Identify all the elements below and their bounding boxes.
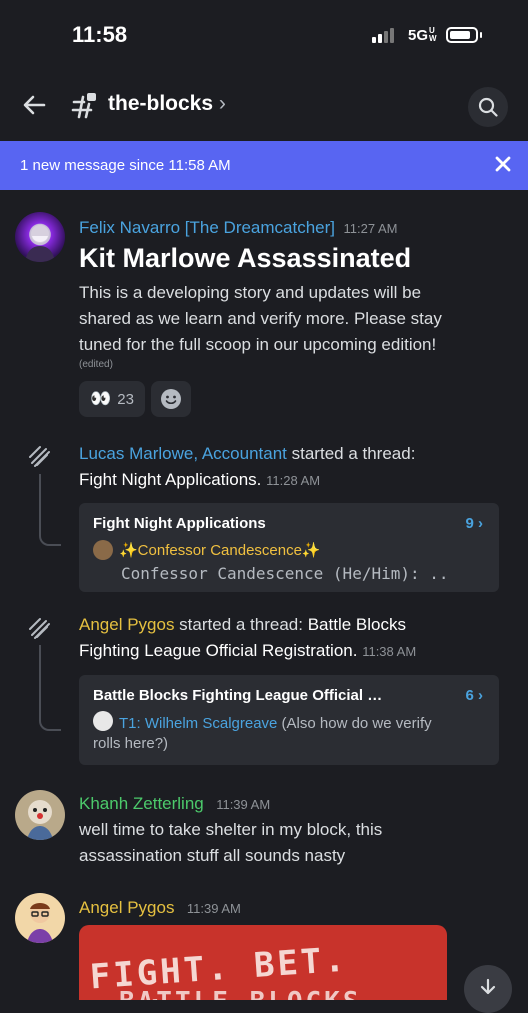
thread-name[interactable]: Battle Blocks	[308, 615, 406, 634]
thread-name-continued[interactable]: Fighting League Official Registration.	[79, 641, 357, 660]
actor-name[interactable]: Lucas Marlowe, Accountant	[79, 444, 287, 463]
actor-name[interactable]: Angel Pygos	[79, 615, 174, 634]
arrow-down-icon	[480, 978, 496, 995]
network-uw-icon: UW	[429, 26, 437, 43]
author-name[interactable]: Angel Pygos	[79, 898, 174, 917]
thread-channel-icon	[70, 90, 100, 120]
status-time: 11:58	[72, 22, 128, 47]
avatar[interactable]	[15, 790, 65, 840]
message-heading: Kit Marlowe Assassinated	[79, 243, 412, 273]
signal-icon	[372, 28, 394, 43]
message-body: This is a developing story and updates w…	[79, 283, 442, 354]
attached-image[interactable]: FIGHT. BET. WIN. BATTLE BLOCKS	[79, 925, 447, 1000]
thread-start-message: Lucas Marlowe, Accountant started a thre…	[79, 444, 416, 489]
thread-connector	[39, 474, 61, 546]
eyes-emoji-icon: 👀	[90, 389, 112, 408]
message-body: well time to take shelter in my block, t…	[79, 820, 383, 865]
timestamp: 11:27 AM	[343, 221, 398, 236]
thread-name[interactable]: Fight Night Applications.	[79, 470, 261, 489]
search-button[interactable]	[468, 87, 508, 127]
close-icon[interactable]	[492, 153, 514, 175]
thread-preview-card[interactable]: Fight Night Applications 9 › ✨Confessor …	[79, 503, 499, 592]
thread-start-message: Angel Pygos started a thread: Battle Blo…	[79, 615, 417, 660]
thread-preview-card[interactable]: Battle Blocks Fighting League Official ……	[79, 675, 499, 765]
thread-card-title: Fight Night Applications	[93, 515, 266, 532]
back-arrow-icon[interactable]	[20, 90, 50, 120]
image-text-2: BATTLE BLOCKS	[119, 987, 362, 1000]
timestamp: 11:39 AM	[216, 797, 271, 812]
last-message-preview: Confessor Candescence (He/Him): ..	[121, 564, 449, 583]
thread-icon	[28, 617, 50, 644]
avatar[interactable]	[15, 893, 65, 943]
avatar	[93, 711, 113, 731]
chevron-right-icon: ›	[218, 92, 226, 115]
author-name[interactable]: Khanh Zetterling	[79, 794, 204, 813]
timestamp: 11:28 AM	[266, 473, 321, 488]
thread-card-title: Battle Blocks Fighting League Official …	[93, 687, 383, 704]
reaction-eyes[interactable]: 👀 23	[79, 381, 145, 417]
network-label: 5G	[408, 27, 429, 44]
timestamp: 11:39 AM	[186, 901, 241, 916]
last-message-preview-continued: rolls here?)	[93, 735, 169, 752]
thread-icon	[28, 445, 50, 472]
add-reaction-button[interactable]	[151, 381, 191, 417]
channel-title[interactable]: the-blocks ›	[108, 92, 226, 116]
thread-message-count: 6 ›	[465, 687, 483, 704]
search-icon	[478, 97, 498, 117]
last-message-preview: T1: Wilhelm Scalgreave (Also how do we v…	[119, 715, 432, 732]
author-name[interactable]: Felix Navarro [The Dreamcatcher]	[79, 218, 335, 237]
last-author-name: ✨Confessor Candescence✨	[119, 542, 321, 559]
smiley-icon	[161, 389, 181, 409]
battery-nub	[480, 32, 482, 38]
timestamp: 11:38 AM	[362, 644, 417, 659]
reaction-count: 23	[117, 390, 134, 408]
scroll-to-bottom-button[interactable]	[464, 965, 512, 1013]
edited-label: (edited)	[79, 359, 113, 370]
avatar	[93, 540, 113, 560]
avatar[interactable]	[15, 212, 65, 262]
thread-message-count: 9 ›	[465, 515, 483, 532]
thread-connector	[39, 645, 61, 731]
last-author-name: T1: Wilhelm Scalgreave	[119, 715, 278, 732]
new-messages-text: 1 new message since 11:58 AM	[20, 157, 231, 174]
battery-icon	[446, 27, 478, 43]
